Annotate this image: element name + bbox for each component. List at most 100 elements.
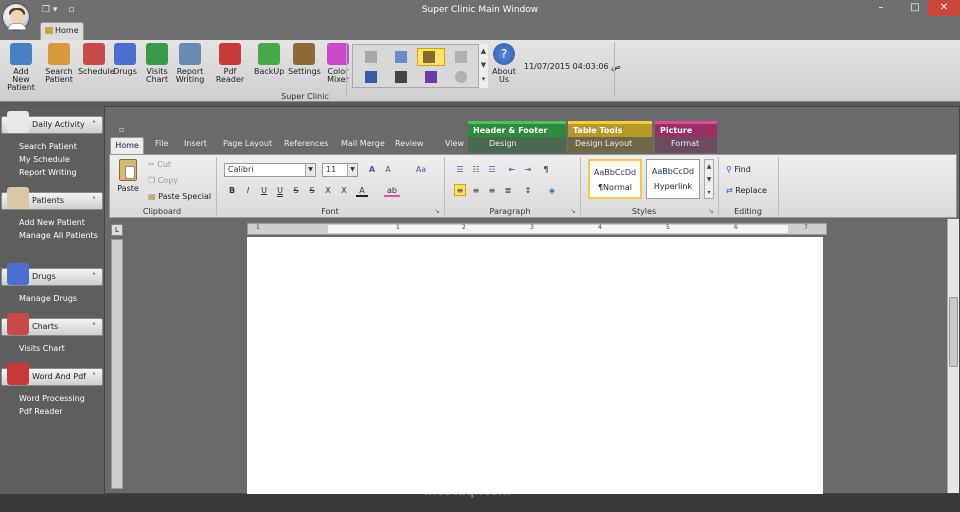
theme-icon[interactable] — [455, 51, 467, 63]
sidebar-item[interactable]: Manage All Patients — [19, 231, 98, 240]
sidebar-section-header[interactable]: Patients ˄ — [1, 187, 103, 210]
chevron-down-icon[interactable]: ▼ — [347, 164, 357, 176]
chart-button[interactable]: Visits Chart — [144, 43, 170, 84]
color-wheel-button[interactable]: Color Mixer — [324, 43, 352, 84]
help-small-icon[interactable] — [455, 71, 467, 83]
vertical-ruler[interactable] — [111, 239, 123, 489]
gallery-more-icon[interactable]: ▾ — [479, 72, 488, 86]
word-tab[interactable]: File — [155, 139, 168, 148]
search-patient-button[interactable]: Search Patient — [44, 43, 74, 84]
word-tab[interactable]: Design — [575, 139, 603, 148]
word-tab[interactable]: Page Layout — [223, 139, 272, 148]
gallery-down-icon[interactable]: ▼ — [479, 58, 488, 72]
style-hyperlink[interactable]: AaBbCcDd Hyperlink — [646, 159, 700, 199]
word-tab-home[interactable]: Home — [110, 137, 144, 154]
tab-selector[interactable]: L — [111, 224, 123, 236]
underline-icon[interactable]: U — [258, 185, 270, 197]
sidebar-section-header[interactable]: Word And Pdf ˄ — [1, 363, 103, 386]
superscript-icon[interactable]: X — [338, 185, 350, 197]
word-tab[interactable]: References — [284, 139, 328, 148]
align-center-icon[interactable]: ≡ — [470, 185, 482, 197]
bold-icon[interactable]: B — [226, 185, 238, 197]
double-underline-icon[interactable]: U — [274, 185, 286, 197]
change-case-icon[interactable]: Aa — [412, 164, 430, 176]
word-tab[interactable]: Review — [395, 139, 424, 148]
styles-more-icon[interactable]: ▾ — [705, 186, 713, 199]
numbering-icon[interactable]: ☷ — [470, 164, 482, 176]
strikethrough-icon[interactable]: S — [290, 185, 302, 197]
collapse-icon[interactable]: ˄ — [92, 319, 96, 335]
decrease-indent-icon[interactable]: ⇤ — [506, 164, 518, 176]
sidebar-item[interactable]: Manage Drugs — [19, 294, 77, 303]
minimize-button[interactable]: – — [866, 0, 896, 16]
sidebar-item[interactable]: Pdf Reader — [19, 407, 63, 416]
grow-font-icon[interactable]: A — [366, 164, 378, 176]
collapse-icon[interactable]: ˄ — [92, 269, 96, 285]
backup-button[interactable]: BackUp — [254, 43, 284, 76]
styles-dialog-launcher-icon[interactable]: ↘ — [708, 207, 714, 215]
find-button[interactable]: ⚲ Find — [726, 165, 751, 174]
word-tab[interactable]: Layout — [605, 139, 632, 148]
word-tab[interactable]: Format — [671, 139, 699, 148]
highlight-icon[interactable]: ab — [384, 185, 400, 197]
styles-gallery-scroll[interactable]: ▲ ▼ ▾ — [704, 159, 714, 199]
theme-gallery[interactable] — [352, 44, 488, 88]
subscript-icon[interactable]: X — [322, 185, 334, 197]
paragraph-dialog-launcher-icon[interactable]: ↘ — [570, 207, 576, 215]
word-tab[interactable]: Mail Merge — [341, 139, 385, 148]
sidebar-section-header[interactable]: Daily Activity ˄ — [1, 111, 103, 134]
tab-home[interactable]: Home — [40, 22, 84, 40]
font-name-combo[interactable]: Calibri ▼ — [224, 163, 316, 177]
about-us-button[interactable]: ? About Us — [490, 43, 518, 84]
align-left-icon[interactable]: ≡ — [454, 184, 466, 196]
copy-button[interactable]: ❐ Copy — [148, 176, 178, 185]
gallery-up-icon[interactable]: ▲ — [479, 44, 488, 58]
font-dialog-launcher-icon[interactable]: ↘ — [434, 207, 440, 215]
bullets-icon[interactable]: ☰ — [454, 164, 466, 176]
visual-studio-icon[interactable] — [425, 71, 437, 83]
show-marks-icon[interactable]: ¶ — [540, 164, 552, 176]
increase-indent-icon[interactable]: ⇥ — [522, 164, 534, 176]
theme-icon[interactable] — [423, 51, 435, 63]
document-page[interactable] — [247, 237, 823, 495]
gallery-scroll[interactable]: ▲ ▼ ▾ — [478, 44, 488, 88]
sidebar-item[interactable]: Visits Chart — [19, 344, 65, 353]
chevron-down-icon[interactable]: ▼ — [305, 164, 315, 176]
align-right-icon[interactable]: ≡ — [486, 185, 498, 197]
double-strikethrough-icon[interactable]: S — [306, 185, 318, 197]
syringe-button[interactable]: Drugs — [112, 43, 138, 76]
visual-studio-icon[interactable] — [365, 71, 377, 83]
font-color-icon[interactable]: A — [356, 185, 368, 197]
collapse-icon[interactable]: ˄ — [92, 193, 96, 209]
collapse-icon[interactable]: ˄ — [92, 117, 96, 133]
line-spacing-icon[interactable]: ↕ — [522, 185, 534, 197]
theme-icon[interactable] — [395, 51, 407, 63]
sidebar-item[interactable]: Search Patient — [19, 142, 77, 151]
pdf-button[interactable]: Pdf Reader — [210, 43, 250, 84]
sidebar-section-header[interactable]: Charts ˄ — [1, 313, 103, 336]
collapse-icon[interactable]: ˄ — [92, 369, 96, 385]
word-tab[interactable]: View — [445, 139, 464, 148]
sidebar-section-header[interactable]: Drugs ˄ — [1, 263, 103, 286]
close-button[interactable]: ✕ — [928, 0, 960, 16]
paste-special-button[interactable]: ▤ Paste Special — [148, 192, 211, 201]
scrollbar-thumb[interactable] — [949, 297, 958, 367]
multilevel-list-icon[interactable]: ☲ — [486, 164, 498, 176]
vertical-scrollbar[interactable] — [947, 219, 959, 493]
cut-button[interactable]: ✂ Cut — [148, 160, 171, 169]
sidebar-item[interactable]: Word Processing — [19, 394, 85, 403]
paste-button[interactable]: Paste — [116, 159, 140, 193]
italic-icon[interactable]: I — [242, 185, 254, 197]
sidebar-item[interactable]: Report Writing — [19, 168, 77, 177]
styles-up-icon[interactable]: ▲ — [705, 160, 713, 173]
sidebar-item[interactable]: Add New Patient — [19, 218, 85, 227]
add-patient-button[interactable]: Add New Patient — [4, 43, 38, 92]
app-menu-button[interactable] — [2, 3, 30, 31]
shrink-font-icon[interactable]: A — [382, 164, 394, 176]
maximize-button[interactable]: □ — [900, 0, 930, 16]
shading-icon[interactable]: ◈ — [546, 185, 558, 197]
settings-button[interactable]: Settings — [288, 43, 321, 76]
styles-down-icon[interactable]: ▼ — [705, 173, 713, 186]
font-size-combo[interactable]: 11 ▼ — [322, 163, 358, 177]
office-icon[interactable] — [365, 51, 377, 63]
